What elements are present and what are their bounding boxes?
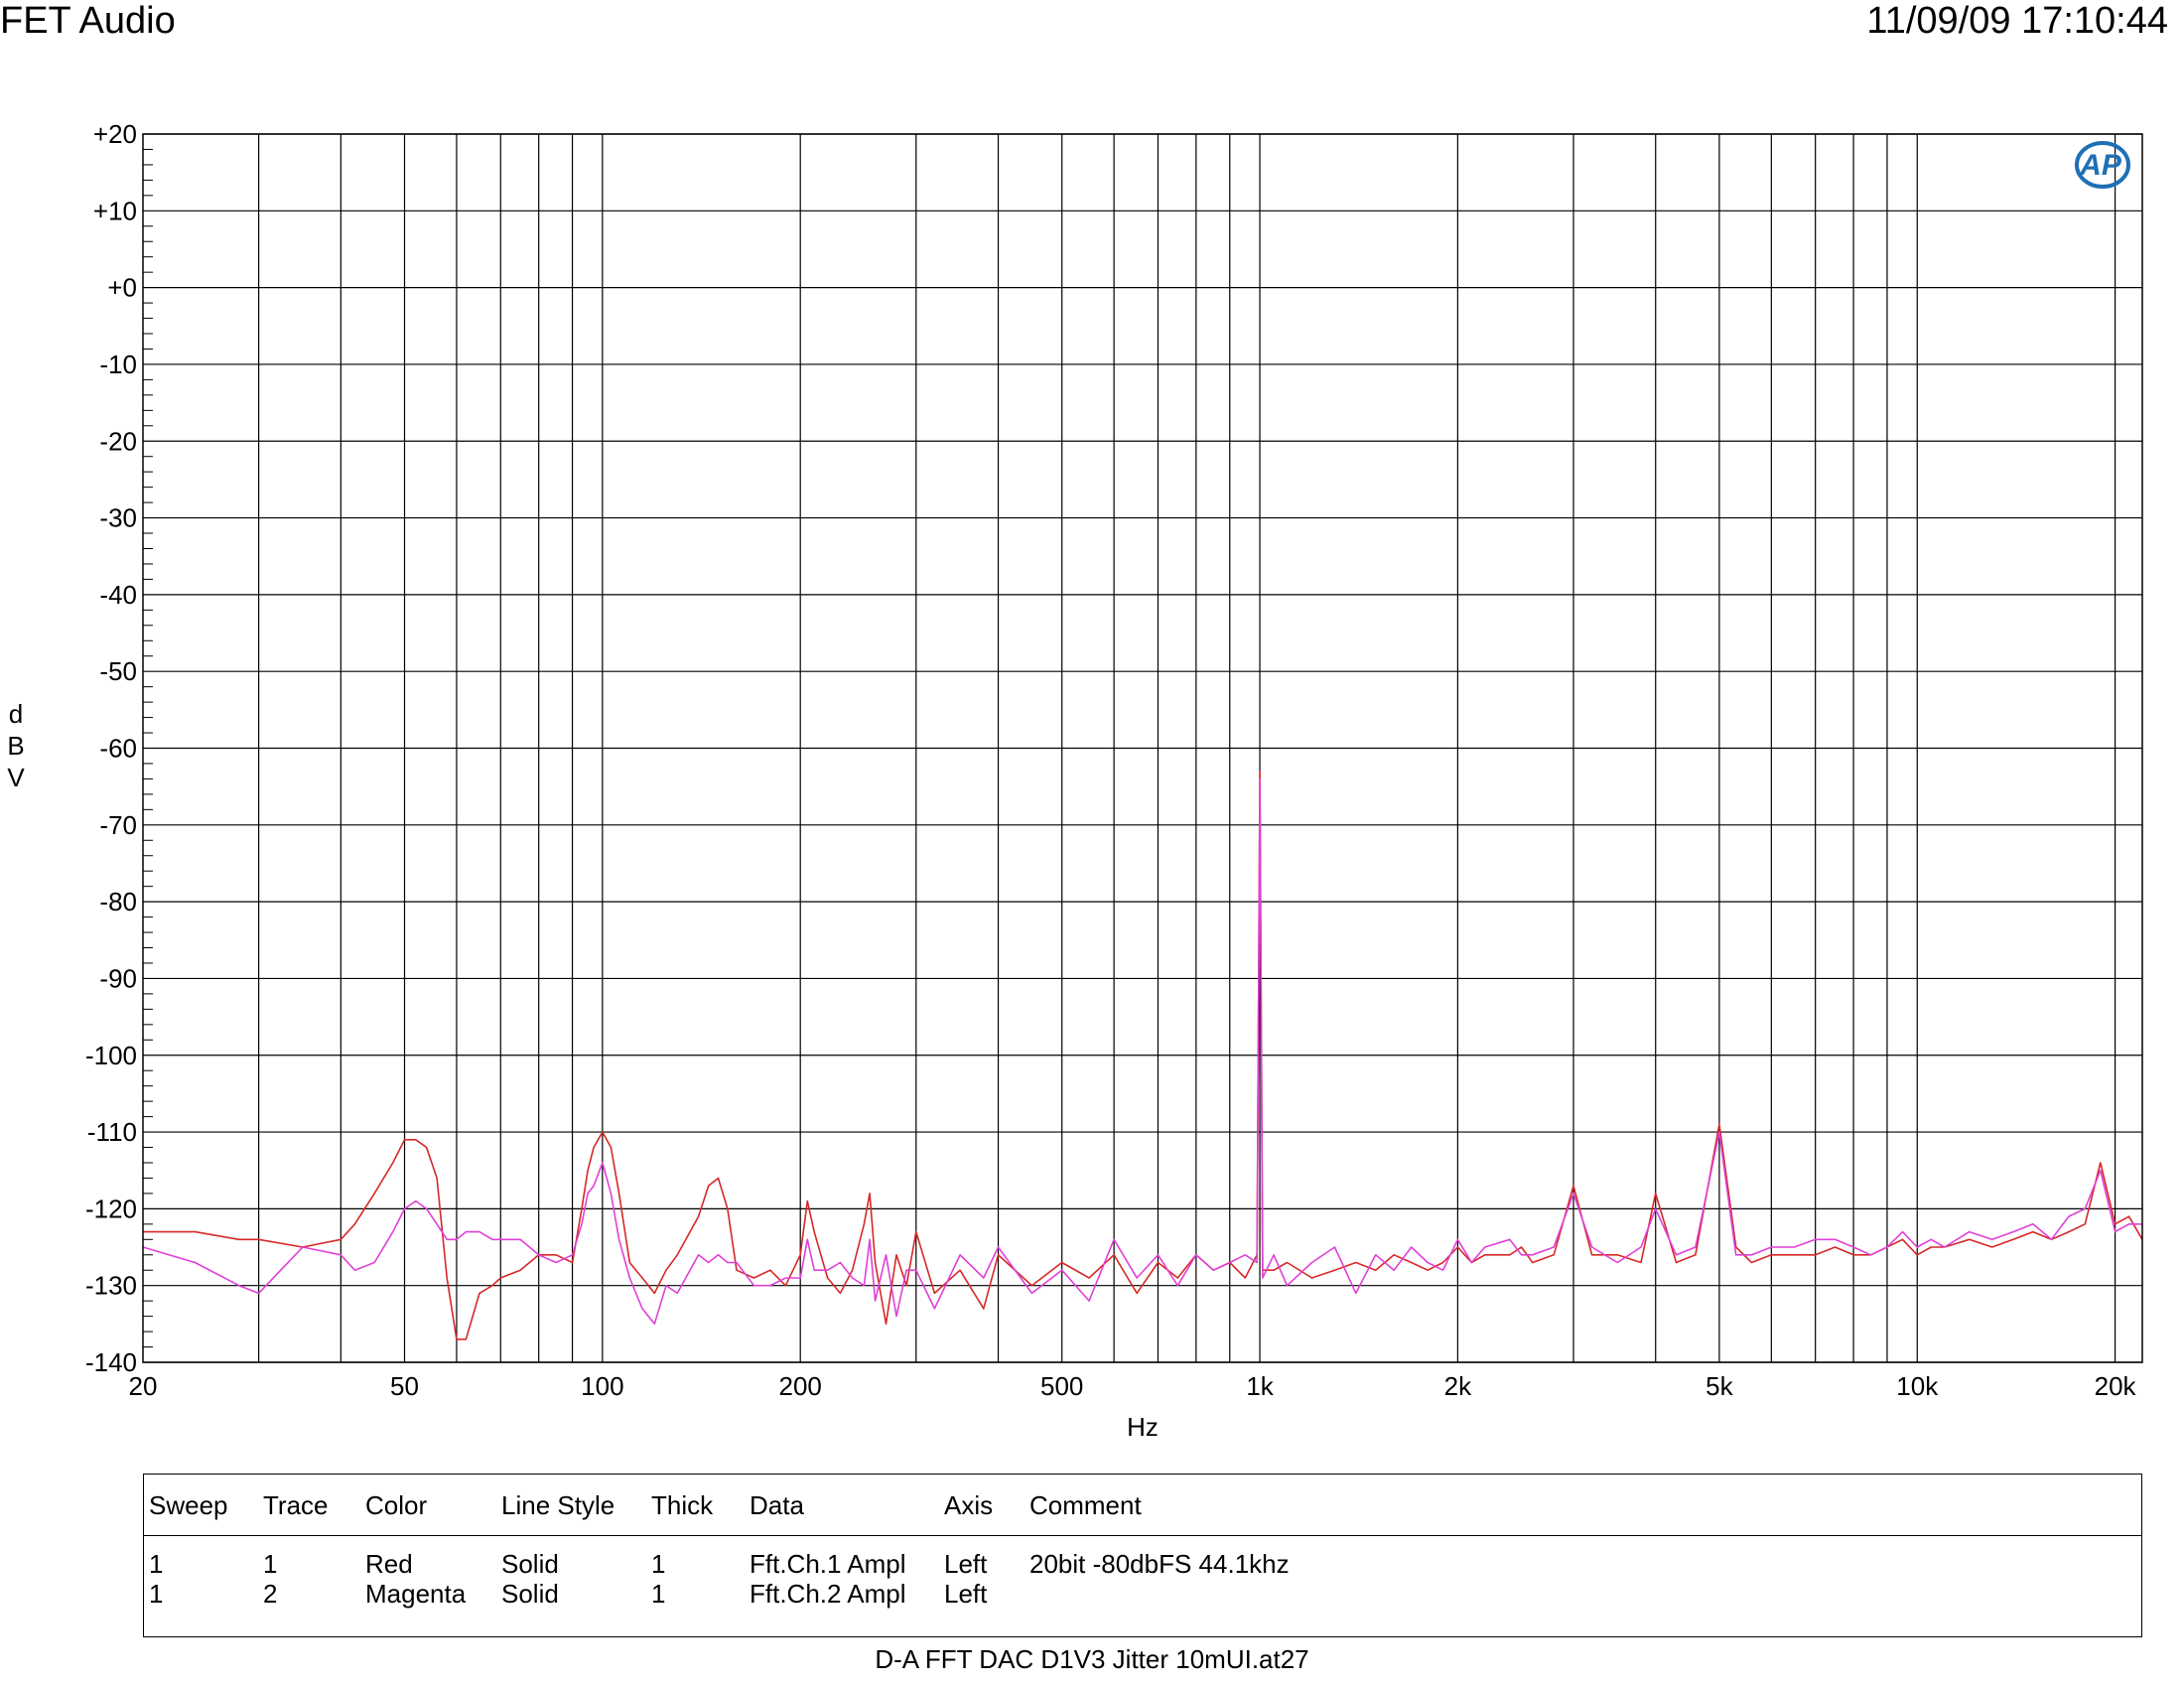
legend-table: Sweep Trace Color Line Style Thick Data … (143, 1474, 2142, 1637)
y-tick-label: +20 (93, 119, 137, 149)
logo-text: AP (2079, 149, 2122, 182)
legend-header-color: Color (365, 1490, 428, 1520)
y-tick-label: -90 (99, 963, 137, 993)
legend-header-comment: Comment (1029, 1490, 1142, 1520)
y-axis-label: dBV (7, 699, 25, 792)
x-tick-label: 1k (1246, 1371, 1274, 1401)
x-tick-label: 10k (1896, 1371, 1939, 1401)
legend-row-2-axis: Left (944, 1579, 988, 1609)
legend-header-data: Data (750, 1490, 804, 1520)
legend-row-1-line-style: Solid (501, 1549, 559, 1579)
legend-row-2-thick: 1 (651, 1579, 666, 1609)
x-tick-label: 5k (1706, 1371, 1733, 1401)
legend-header-line-style: Line Style (501, 1490, 615, 1520)
y-tick-label: -120 (85, 1194, 137, 1223)
y-tick-label: -30 (99, 503, 137, 533)
y-tick-label: -40 (99, 580, 137, 610)
y-tick-labels: +20 +10 +0 -10 -20 -30 -40 -50 -60 -70 -80 -90 -100 -… (85, 119, 137, 1377)
legend-header-thick: Thick (651, 1490, 714, 1520)
x-tick-label: 20 (129, 1371, 158, 1401)
legend-row-1-thick: 1 (651, 1549, 666, 1579)
y-tick-label: -10 (99, 350, 137, 379)
y-tick-label: -60 (99, 734, 137, 764)
y-tick-label: -100 (85, 1041, 137, 1070)
x-axis-label: Hz (1127, 1412, 1159, 1442)
ap-logo-icon: AP (2075, 141, 2130, 189)
legend-header-axis: Axis (944, 1490, 994, 1520)
y-tick-label: +0 (107, 273, 137, 303)
x-tick-label: 100 (581, 1371, 623, 1401)
legend-header-trace: Trace (263, 1490, 329, 1520)
legend-row-2-color: Magenta (365, 1579, 467, 1609)
legend-row-1-comment: 20bit -80dbFS 44.1khz (1029, 1549, 1290, 1579)
x-tick-label: 20k (2095, 1371, 2137, 1401)
y-tick-label: -110 (87, 1117, 137, 1147)
fft-chart: +20 +10 +0 -10 -20 -30 -40 -50 -60 -70 -80 -90 -100 -… (7, 119, 2143, 1442)
legend-row-1-data: Fft.Ch.1 Ampl (750, 1549, 906, 1579)
legend-row-2-data: Fft.Ch.2 Ampl (750, 1579, 906, 1609)
x-tick-label: 200 (779, 1371, 822, 1401)
y-tick-label: -50 (99, 656, 137, 686)
legend-row-1-axis: Left (944, 1549, 988, 1579)
x-tick-label: 2k (1444, 1371, 1472, 1401)
legend-row-1-trace: 1 (263, 1549, 278, 1579)
y-tick-label: -70 (99, 810, 137, 840)
legend-header-sweep: Sweep (149, 1490, 228, 1520)
y-tick-label: -20 (99, 426, 137, 456)
legend-row-1-color: Red (365, 1549, 413, 1579)
y-tick-label: -80 (99, 887, 137, 916)
y-tick-label: +10 (93, 196, 137, 225)
legend-divider (144, 1535, 2141, 1536)
legend-row-2-trace: 2 (263, 1579, 278, 1609)
legend-row-1-sweep: 1 (149, 1549, 164, 1579)
x-tick-labels: 20 50 100 200 500 1k 2k 5k 10k 20k (129, 1371, 2137, 1401)
x-tick-label: 500 (1040, 1371, 1083, 1401)
footer-filename: D-A FFT DAC D1V3 Jitter 10mUI.at27 (875, 1644, 1309, 1674)
grid (143, 133, 2142, 1363)
legend-row-2-line-style: Solid (501, 1579, 559, 1609)
y-tick-label: -130 (85, 1271, 137, 1301)
x-tick-label: 50 (390, 1371, 419, 1401)
legend-row-2-sweep: 1 (149, 1579, 164, 1609)
